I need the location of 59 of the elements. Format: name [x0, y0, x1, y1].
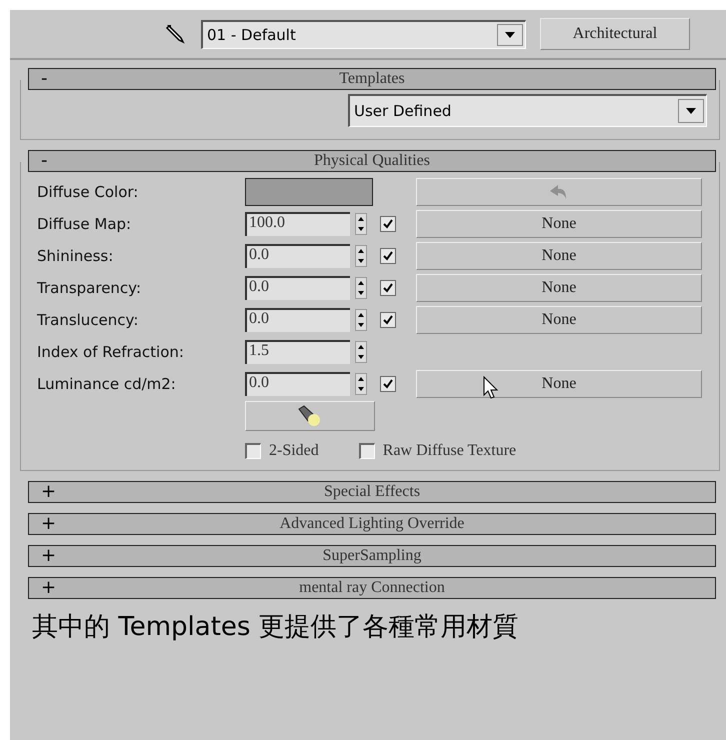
- rollout-header[interactable]: - Templates: [28, 68, 716, 90]
- rollout-title: Templates: [339, 70, 405, 88]
- spinner-arrows-icon[interactable]: [355, 341, 367, 363]
- map-button[interactable]: None: [416, 306, 702, 334]
- map-button[interactable]: None: [416, 242, 702, 270]
- map-button[interactable]: None: [416, 210, 702, 238]
- property-label: Shininess:: [37, 247, 114, 265]
- rollout-title: Advanced Lighting Override: [280, 515, 464, 533]
- collapse-sign: -: [41, 151, 48, 171]
- rollout-header[interactable]: + SuperSampling: [28, 545, 716, 567]
- expand-sign: +: [41, 514, 56, 534]
- map-button[interactable]: None: [416, 274, 702, 302]
- color-swatch[interactable]: [245, 178, 373, 206]
- rollout-title: Special Effects: [324, 483, 420, 501]
- checkbox-label: Raw Diffuse Texture: [382, 442, 516, 460]
- checkbox-label: 2-Sided: [269, 442, 319, 460]
- property-label: Transparency:: [37, 279, 142, 297]
- undo-button[interactable]: [416, 178, 702, 206]
- property-label: Diffuse Color:: [37, 183, 140, 201]
- rollout-header[interactable]: + Advanced Lighting Override: [28, 513, 716, 535]
- material-name-dropdown[interactable]: 01 - Default: [201, 20, 526, 48]
- mouse-cursor-icon: [483, 376, 499, 400]
- spinner-arrows-icon[interactable]: [355, 245, 367, 267]
- luminance-button[interactable]: [245, 401, 375, 431]
- property-label: Index of Refraction:: [37, 343, 185, 361]
- spinner-arrows-icon[interactable]: [355, 309, 367, 331]
- collapse-sign: -: [41, 69, 48, 89]
- expand-sign: +: [41, 482, 56, 502]
- property-label: Luminance cd/m2:: [37, 375, 177, 393]
- rollout-title: Physical Qualities: [314, 152, 430, 170]
- rollout-header[interactable]: + mental ray Connection: [28, 577, 716, 599]
- checkbox[interactable]: [358, 443, 375, 459]
- property-label: Diffuse Map:: [37, 215, 132, 233]
- number-field[interactable]: 0.0: [245, 244, 350, 268]
- property-label: Translucency:: [37, 311, 140, 329]
- rollout-title: SuperSampling: [322, 547, 422, 565]
- number-field[interactable]: 0.0: [245, 372, 350, 396]
- checkbox[interactable]: [245, 443, 261, 459]
- caption-text: 其中的 Templates 更提供了各種常用材質: [31, 611, 520, 644]
- checkbox[interactable]: [380, 280, 396, 296]
- number-field[interactable]: 0.0: [245, 308, 350, 332]
- number-field[interactable]: 100.0: [245, 212, 350, 236]
- spinner-arrows-icon[interactable]: [355, 213, 367, 235]
- checkbox[interactable]: [380, 216, 396, 232]
- rollout-header[interactable]: - Physical Qualities: [28, 150, 716, 172]
- rollout-header[interactable]: + Special Effects: [28, 481, 716, 503]
- expand-sign: +: [41, 546, 56, 566]
- spinner-arrows-icon[interactable]: [355, 373, 367, 395]
- number-field[interactable]: 1.5: [245, 340, 350, 364]
- rollout-title: mental ray Connection: [299, 579, 445, 597]
- material-type-button[interactable]: Architectural: [540, 18, 690, 50]
- checkbox[interactable]: [380, 312, 396, 328]
- checkbox[interactable]: [380, 376, 396, 392]
- template-dropdown[interactable]: User Defined: [348, 94, 707, 127]
- number-field[interactable]: 0.0: [245, 276, 350, 300]
- spinner-arrows-icon[interactable]: [355, 277, 367, 299]
- expand-sign: +: [41, 578, 56, 598]
- checkbox[interactable]: [380, 248, 396, 264]
- map-button[interactable]: None: [416, 370, 702, 398]
